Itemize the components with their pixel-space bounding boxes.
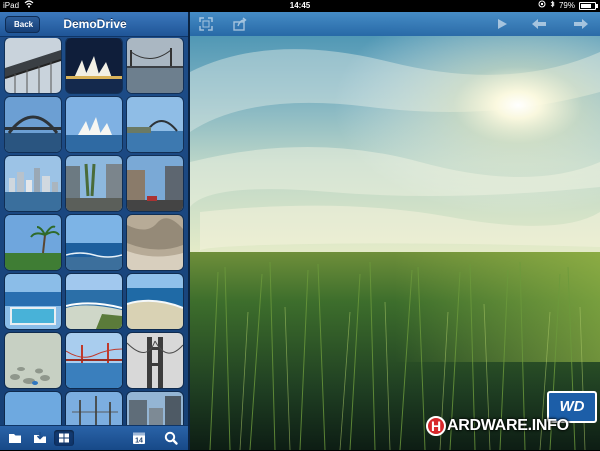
sidebar: Back DemoDrive 14 — [0, 12, 190, 450]
previous-icon[interactable] — [530, 16, 548, 37]
battery-percent: 79% — [558, 1, 575, 10]
hardware-info-text: ARDWARE.INFO — [447, 417, 569, 434]
calendar-icon[interactable]: 14 — [130, 430, 148, 446]
sidebar-toolbar: 14 — [0, 425, 188, 450]
main-photo — [190, 12, 600, 450]
photo-thumbnail[interactable] — [5, 215, 61, 270]
photo-thumbnail[interactable] — [127, 333, 183, 388]
hardware-info-logo: H ARDWARE.INFO — [426, 415, 569, 437]
photo-thumbnail[interactable] — [127, 38, 183, 93]
photo-thumbnail[interactable] — [5, 38, 61, 93]
photo-thumbnail[interactable] — [5, 97, 61, 152]
photo-viewer[interactable] — [190, 12, 600, 450]
next-icon[interactable] — [572, 16, 590, 37]
photo-thumbnail[interactable] — [66, 97, 122, 152]
photo-thumbnail[interactable] — [66, 274, 122, 329]
bluetooth-icon — [550, 0, 555, 12]
rotation-lock-icon — [538, 0, 546, 12]
viewer-toolbar — [190, 12, 600, 36]
thumbnail-grid[interactable] — [3, 38, 188, 436]
sidebar-title: DemoDrive — [63, 17, 127, 31]
photo-thumbnail[interactable] — [127, 215, 183, 270]
back-button[interactable]: Back — [5, 16, 41, 33]
sidebar-header: Back DemoDrive — [0, 12, 188, 37]
photo-thumbnail[interactable] — [5, 274, 61, 329]
search-icon[interactable] — [162, 430, 180, 446]
photo-thumbnail[interactable] — [5, 333, 61, 388]
photo-thumbnail[interactable] — [127, 156, 183, 211]
play-icon[interactable] — [495, 16, 509, 37]
photo-thumbnail[interactable] — [66, 215, 122, 270]
share-icon[interactable] — [232, 16, 248, 37]
battery-icon — [579, 2, 598, 10]
grid-view-icon[interactable] — [54, 430, 74, 446]
photo-thumbnail[interactable] — [66, 333, 122, 388]
status-bar: iPad 14:45 79% — [0, 0, 600, 12]
fullscreen-icon[interactable] — [198, 16, 214, 37]
photo-thumbnail[interactable] — [127, 97, 183, 152]
calendar-day: 14 — [135, 438, 143, 445]
clock: 14:45 — [289, 1, 311, 10]
photo-thumbnail[interactable] — [127, 274, 183, 329]
download-folder-icon[interactable] — [31, 430, 49, 446]
photo-thumbnail[interactable] — [66, 156, 122, 211]
photo-thumbnail[interactable] — [66, 38, 122, 93]
folder-icon[interactable] — [6, 430, 24, 446]
photo-thumbnail[interactable] — [5, 156, 61, 211]
hardware-info-initial: H — [426, 416, 446, 436]
